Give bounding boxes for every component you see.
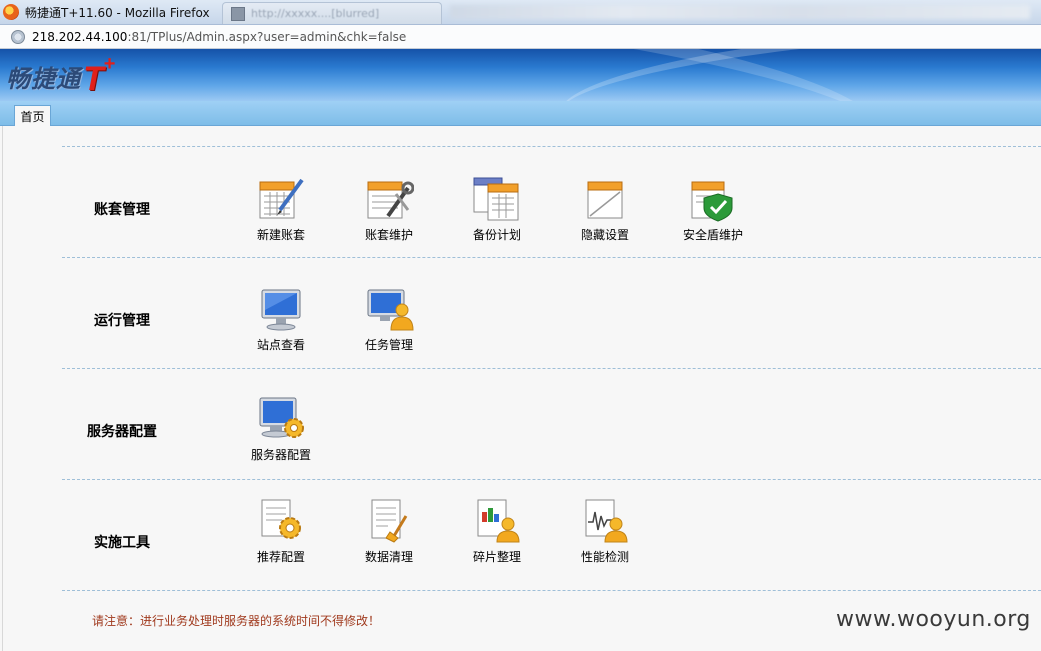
section-divider	[62, 479, 1041, 480]
section-title-account-management: 账套管理	[94, 202, 150, 218]
url-text[interactable]: 218.202.44.100:81/TPlus/Admin.aspx?user=…	[32, 30, 406, 44]
item-label: 账套维护	[364, 228, 413, 242]
calendar-stack-icon	[473, 177, 519, 221]
waveform-user-icon	[585, 499, 628, 543]
item-label: 服务器配置	[250, 448, 311, 462]
item-label: 碎片整理	[472, 550, 521, 564]
item-label: 推荐配置	[256, 550, 305, 564]
browser-tab-title: http://xxxxx....[blurred]	[251, 7, 380, 20]
section-title-run-management: 运行管理	[94, 313, 150, 329]
section-title-implementation-tools: 实施工具	[94, 535, 150, 551]
address-bar[interactable]: 218.202.44.100:81/TPlus/Admin.aspx?user=…	[0, 25, 1041, 49]
item-label: 安全盾维护	[682, 228, 743, 242]
page-icon	[231, 6, 245, 21]
section-divider	[62, 368, 1041, 369]
task-management-button[interactable]: 任务管理	[339, 286, 439, 353]
account-maintenance-button[interactable]: 账套维护	[339, 176, 439, 243]
calendar-wrench-icon	[367, 181, 414, 219]
new-account-button[interactable]: 新建账套	[231, 176, 331, 243]
blurred-tabs-area	[450, 5, 1030, 19]
browser-title-bar: 畅捷通T+11.60 - Mozilla Firefox http://xxxx…	[0, 0, 1041, 25]
monitor-user-icon	[367, 289, 414, 331]
defragment-button[interactable]: 碎片整理	[447, 498, 547, 565]
monitor-gear-icon	[259, 397, 304, 438]
site-view-button[interactable]: 站点查看	[231, 286, 331, 353]
item-label: 隐藏设置	[580, 228, 629, 242]
system-time-notice: 请注意：进行业务处理时服务器的系统时间不得修改！	[92, 614, 381, 628]
backup-plan-button[interactable]: 备份计划	[447, 176, 547, 243]
performance-check-button[interactable]: 性能检测	[555, 498, 655, 565]
item-label: 任务管理	[364, 338, 413, 352]
section-divider	[62, 590, 1041, 591]
item-label: 性能检测	[580, 550, 629, 564]
chart-user-icon	[477, 499, 520, 543]
tab-home[interactable]: 首页	[14, 105, 51, 127]
hide-settings-button[interactable]: 隐藏设置	[555, 176, 655, 243]
calendar-hide-icon	[587, 181, 623, 219]
left-border	[2, 126, 3, 651]
item-label: 新建账套	[256, 228, 305, 242]
firefox-logo-icon	[3, 4, 19, 20]
main-content: 账套管理 新建账套 账套维护 备份计划 隐藏设置 安全盾维护 运行管理 站点查看…	[0, 126, 1041, 651]
app-logo: 畅捷通 T +	[6, 54, 115, 98]
globe-icon	[11, 29, 25, 44]
section-title-server-config: 服务器配置	[87, 424, 157, 440]
section-divider	[62, 257, 1041, 258]
app-tab-strip: 首页	[0, 101, 1041, 127]
item-label: 数据清理	[364, 550, 413, 564]
document-gear-icon	[261, 499, 301, 539]
item-label: 站点查看	[256, 338, 305, 352]
data-cleanup-button[interactable]: 数据清理	[339, 498, 439, 565]
document-broom-icon	[371, 499, 408, 543]
logo-t: T	[83, 60, 104, 98]
server-config-button[interactable]: 服务器配置	[231, 396, 331, 463]
window-title: 畅捷通T+11.60 - Mozilla Firefox	[25, 5, 210, 20]
watermark: www.wooyun.org	[836, 607, 1031, 632]
app-banner: 畅捷通 T +	[0, 49, 1041, 101]
logo-plus: +	[103, 53, 116, 75]
calendar-pen-icon	[259, 178, 304, 219]
item-label: 备份计划	[472, 228, 521, 242]
recommended-config-button[interactable]: 推荐配置	[231, 498, 331, 565]
monitor-icon	[261, 289, 301, 331]
browser-tab-second[interactable]: http://xxxxx....[blurred]	[222, 2, 442, 24]
security-shield-maintenance-button[interactable]: 安全盾维护	[663, 176, 763, 243]
logo-text: 畅捷通	[6, 64, 81, 93]
section-divider	[62, 146, 1041, 147]
url-host: 218.202.44.100	[32, 29, 128, 44]
calendar-shield-icon	[691, 181, 733, 222]
url-path: :81/TPlus/Admin.aspx?user=admin&chk=fals…	[127, 29, 407, 44]
